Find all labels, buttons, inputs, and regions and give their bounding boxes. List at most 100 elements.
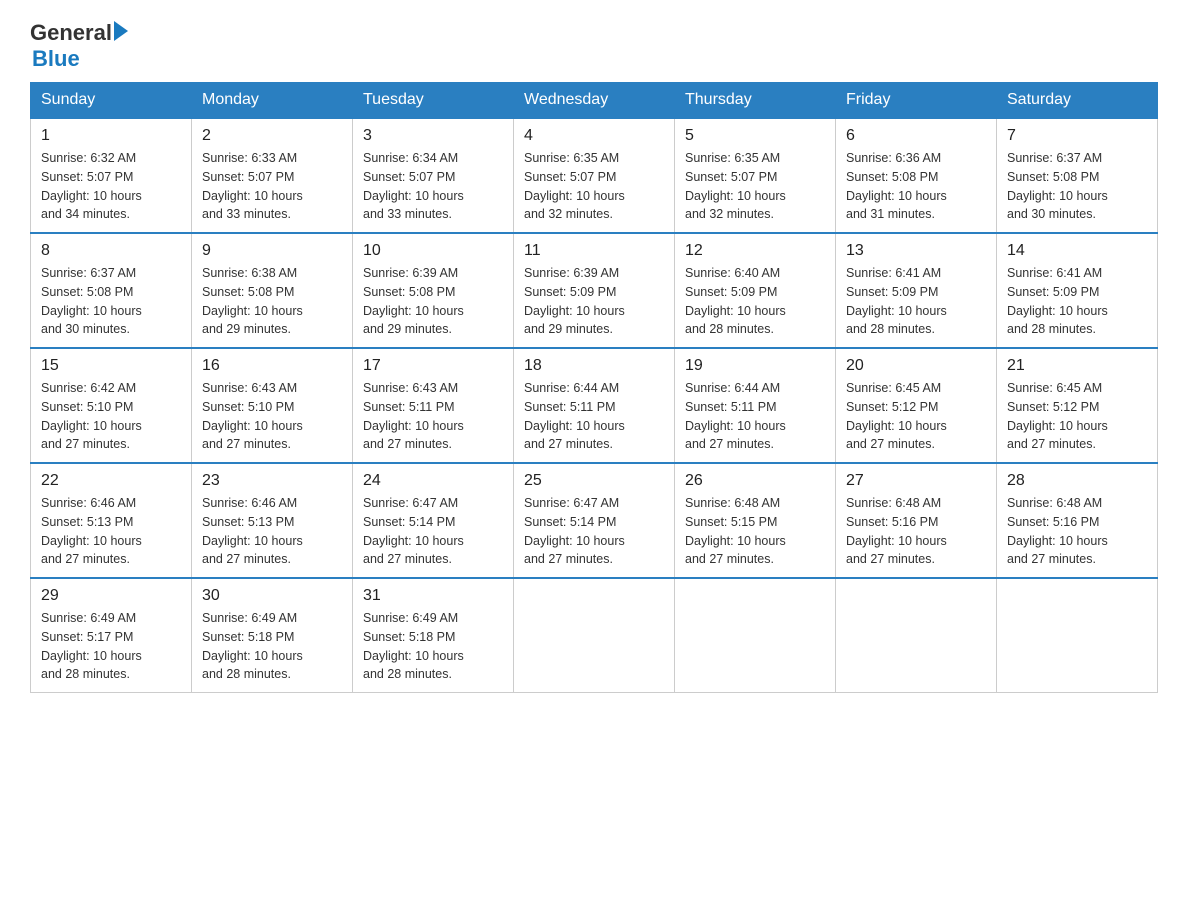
calendar-day-cell: 22 Sunrise: 6:46 AM Sunset: 5:13 PM Dayl… xyxy=(31,463,192,578)
page-header: General Blue xyxy=(30,20,1158,72)
day-number: 23 xyxy=(202,472,342,490)
day-number: 4 xyxy=(524,127,664,145)
day-info: Sunrise: 6:49 AM Sunset: 5:18 PM Dayligh… xyxy=(363,609,503,684)
calendar-day-cell: 4 Sunrise: 6:35 AM Sunset: 5:07 PM Dayli… xyxy=(514,118,675,233)
day-info: Sunrise: 6:49 AM Sunset: 5:17 PM Dayligh… xyxy=(41,609,181,684)
calendar-day-cell: 28 Sunrise: 6:48 AM Sunset: 5:16 PM Dayl… xyxy=(997,463,1158,578)
day-number: 7 xyxy=(1007,127,1147,145)
day-number: 21 xyxy=(1007,357,1147,375)
day-info: Sunrise: 6:34 AM Sunset: 5:07 PM Dayligh… xyxy=(363,149,503,224)
day-info: Sunrise: 6:49 AM Sunset: 5:18 PM Dayligh… xyxy=(202,609,342,684)
day-number: 14 xyxy=(1007,242,1147,260)
day-info: Sunrise: 6:45 AM Sunset: 5:12 PM Dayligh… xyxy=(846,379,986,454)
calendar-day-header: Wednesday xyxy=(514,83,675,119)
logo-general-text: General xyxy=(30,20,112,46)
day-number: 24 xyxy=(363,472,503,490)
logo-arrow-icon xyxy=(114,21,128,41)
day-info: Sunrise: 6:41 AM Sunset: 5:09 PM Dayligh… xyxy=(1007,264,1147,339)
day-number: 29 xyxy=(41,587,181,605)
day-number: 18 xyxy=(524,357,664,375)
day-number: 20 xyxy=(846,357,986,375)
calendar-day-cell: 27 Sunrise: 6:48 AM Sunset: 5:16 PM Dayl… xyxy=(836,463,997,578)
calendar-day-header: Tuesday xyxy=(353,83,514,119)
day-number: 17 xyxy=(363,357,503,375)
day-info: Sunrise: 6:45 AM Sunset: 5:12 PM Dayligh… xyxy=(1007,379,1147,454)
day-info: Sunrise: 6:39 AM Sunset: 5:09 PM Dayligh… xyxy=(524,264,664,339)
day-info: Sunrise: 6:44 AM Sunset: 5:11 PM Dayligh… xyxy=(685,379,825,454)
calendar-day-cell: 14 Sunrise: 6:41 AM Sunset: 5:09 PM Dayl… xyxy=(997,233,1158,348)
day-number: 13 xyxy=(846,242,986,260)
calendar-header-row: SundayMondayTuesdayWednesdayThursdayFrid… xyxy=(31,83,1158,119)
calendar-day-cell: 19 Sunrise: 6:44 AM Sunset: 5:11 PM Dayl… xyxy=(675,348,836,463)
calendar-table: SundayMondayTuesdayWednesdayThursdayFrid… xyxy=(30,82,1158,693)
calendar-day-cell: 20 Sunrise: 6:45 AM Sunset: 5:12 PM Dayl… xyxy=(836,348,997,463)
calendar-day-cell: 15 Sunrise: 6:42 AM Sunset: 5:10 PM Dayl… xyxy=(31,348,192,463)
calendar-day-header: Monday xyxy=(192,83,353,119)
calendar-day-cell xyxy=(514,578,675,693)
calendar-day-cell: 9 Sunrise: 6:38 AM Sunset: 5:08 PM Dayli… xyxy=(192,233,353,348)
calendar-week-row: 29 Sunrise: 6:49 AM Sunset: 5:17 PM Dayl… xyxy=(31,578,1158,693)
calendar-day-cell: 25 Sunrise: 6:47 AM Sunset: 5:14 PM Dayl… xyxy=(514,463,675,578)
day-number: 8 xyxy=(41,242,181,260)
calendar-day-cell: 7 Sunrise: 6:37 AM Sunset: 5:08 PM Dayli… xyxy=(997,118,1158,233)
day-info: Sunrise: 6:42 AM Sunset: 5:10 PM Dayligh… xyxy=(41,379,181,454)
day-info: Sunrise: 6:36 AM Sunset: 5:08 PM Dayligh… xyxy=(846,149,986,224)
calendar-day-cell: 6 Sunrise: 6:36 AM Sunset: 5:08 PM Dayli… xyxy=(836,118,997,233)
calendar-week-row: 22 Sunrise: 6:46 AM Sunset: 5:13 PM Dayl… xyxy=(31,463,1158,578)
calendar-day-header: Thursday xyxy=(675,83,836,119)
day-number: 15 xyxy=(41,357,181,375)
calendar-day-cell xyxy=(997,578,1158,693)
calendar-day-cell: 17 Sunrise: 6:43 AM Sunset: 5:11 PM Dayl… xyxy=(353,348,514,463)
calendar-day-cell: 2 Sunrise: 6:33 AM Sunset: 5:07 PM Dayli… xyxy=(192,118,353,233)
day-info: Sunrise: 6:48 AM Sunset: 5:15 PM Dayligh… xyxy=(685,494,825,569)
day-info: Sunrise: 6:38 AM Sunset: 5:08 PM Dayligh… xyxy=(202,264,342,339)
calendar-day-cell: 12 Sunrise: 6:40 AM Sunset: 5:09 PM Dayl… xyxy=(675,233,836,348)
day-number: 9 xyxy=(202,242,342,260)
calendar-day-cell: 10 Sunrise: 6:39 AM Sunset: 5:08 PM Dayl… xyxy=(353,233,514,348)
day-number: 10 xyxy=(363,242,503,260)
day-info: Sunrise: 6:41 AM Sunset: 5:09 PM Dayligh… xyxy=(846,264,986,339)
day-number: 22 xyxy=(41,472,181,490)
day-info: Sunrise: 6:48 AM Sunset: 5:16 PM Dayligh… xyxy=(1007,494,1147,569)
calendar-day-cell: 5 Sunrise: 6:35 AM Sunset: 5:07 PM Dayli… xyxy=(675,118,836,233)
day-number: 5 xyxy=(685,127,825,145)
day-number: 28 xyxy=(1007,472,1147,490)
calendar-day-cell: 13 Sunrise: 6:41 AM Sunset: 5:09 PM Dayl… xyxy=(836,233,997,348)
day-info: Sunrise: 6:35 AM Sunset: 5:07 PM Dayligh… xyxy=(524,149,664,224)
day-info: Sunrise: 6:46 AM Sunset: 5:13 PM Dayligh… xyxy=(202,494,342,569)
day-info: Sunrise: 6:33 AM Sunset: 5:07 PM Dayligh… xyxy=(202,149,342,224)
day-info: Sunrise: 6:43 AM Sunset: 5:10 PM Dayligh… xyxy=(202,379,342,454)
calendar-day-cell xyxy=(836,578,997,693)
day-info: Sunrise: 6:44 AM Sunset: 5:11 PM Dayligh… xyxy=(524,379,664,454)
calendar-day-cell xyxy=(675,578,836,693)
logo: General Blue xyxy=(30,20,128,72)
day-number: 27 xyxy=(846,472,986,490)
day-info: Sunrise: 6:43 AM Sunset: 5:11 PM Dayligh… xyxy=(363,379,503,454)
calendar-week-row: 8 Sunrise: 6:37 AM Sunset: 5:08 PM Dayli… xyxy=(31,233,1158,348)
day-info: Sunrise: 6:47 AM Sunset: 5:14 PM Dayligh… xyxy=(524,494,664,569)
calendar-week-row: 15 Sunrise: 6:42 AM Sunset: 5:10 PM Dayl… xyxy=(31,348,1158,463)
day-info: Sunrise: 6:46 AM Sunset: 5:13 PM Dayligh… xyxy=(41,494,181,569)
calendar-week-row: 1 Sunrise: 6:32 AM Sunset: 5:07 PM Dayli… xyxy=(31,118,1158,233)
day-info: Sunrise: 6:35 AM Sunset: 5:07 PM Dayligh… xyxy=(685,149,825,224)
day-info: Sunrise: 6:48 AM Sunset: 5:16 PM Dayligh… xyxy=(846,494,986,569)
day-info: Sunrise: 6:37 AM Sunset: 5:08 PM Dayligh… xyxy=(1007,149,1147,224)
calendar-day-cell: 30 Sunrise: 6:49 AM Sunset: 5:18 PM Dayl… xyxy=(192,578,353,693)
calendar-day-header: Friday xyxy=(836,83,997,119)
day-info: Sunrise: 6:40 AM Sunset: 5:09 PM Dayligh… xyxy=(685,264,825,339)
calendar-day-cell: 29 Sunrise: 6:49 AM Sunset: 5:17 PM Dayl… xyxy=(31,578,192,693)
calendar-day-cell: 3 Sunrise: 6:34 AM Sunset: 5:07 PM Dayli… xyxy=(353,118,514,233)
day-number: 31 xyxy=(363,587,503,605)
day-number: 1 xyxy=(41,127,181,145)
day-info: Sunrise: 6:47 AM Sunset: 5:14 PM Dayligh… xyxy=(363,494,503,569)
day-info: Sunrise: 6:32 AM Sunset: 5:07 PM Dayligh… xyxy=(41,149,181,224)
calendar-day-cell: 21 Sunrise: 6:45 AM Sunset: 5:12 PM Dayl… xyxy=(997,348,1158,463)
day-number: 16 xyxy=(202,357,342,375)
calendar-day-cell: 8 Sunrise: 6:37 AM Sunset: 5:08 PM Dayli… xyxy=(31,233,192,348)
day-info: Sunrise: 6:39 AM Sunset: 5:08 PM Dayligh… xyxy=(363,264,503,339)
day-number: 26 xyxy=(685,472,825,490)
calendar-day-cell: 24 Sunrise: 6:47 AM Sunset: 5:14 PM Dayl… xyxy=(353,463,514,578)
calendar-day-cell: 16 Sunrise: 6:43 AM Sunset: 5:10 PM Dayl… xyxy=(192,348,353,463)
day-number: 25 xyxy=(524,472,664,490)
calendar-day-cell: 23 Sunrise: 6:46 AM Sunset: 5:13 PM Dayl… xyxy=(192,463,353,578)
